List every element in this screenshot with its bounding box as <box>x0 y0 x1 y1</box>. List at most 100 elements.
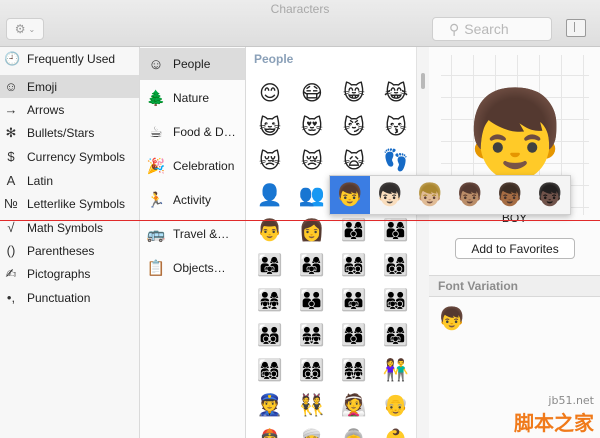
emoji-cell[interactable]: 😷 <box>296 77 328 109</box>
emoji-cell[interactable]: 👫 <box>380 355 412 387</box>
category-label: Nature <box>173 91 210 105</box>
category-nature[interactable]: 🌲 Nature <box>140 82 245 114</box>
emoji-cell[interactable]: 👨‍👩‍👧 <box>254 250 286 282</box>
sidebar-item-label: Frequently Used <box>27 51 116 66</box>
emoji-cell[interactable]: 🙀 <box>338 145 370 177</box>
emoji-cell[interactable]: 😿 <box>296 145 328 177</box>
category-travel[interactable]: 🚌 Travel &… <box>140 218 245 250</box>
emoji-cell[interactable]: 👰 <box>338 390 370 422</box>
emoji-cell[interactable]: 👩‍👩‍👧 <box>380 320 412 352</box>
emoji-cell[interactable]: 😽 <box>380 111 412 143</box>
emoji-cell[interactable]: 😻 <box>296 111 328 143</box>
emoji-cell[interactable]: 👳 <box>296 425 328 438</box>
skin-tone-option[interactable]: 👦🏾 <box>490 176 530 214</box>
sidebar-item-label: Latin <box>27 173 54 188</box>
writing-hand-icon: ✍ <box>5 265 17 281</box>
coffee-icon: ☕ <box>149 124 163 141</box>
category-label: Celebration <box>173 159 235 173</box>
toolbar: Characters ⚙ ⌄ ⚲ Search <box>0 0 600 47</box>
emoji-cell[interactable]: 👯 <box>296 390 328 422</box>
gear-icon: ⚙ <box>14 22 26 36</box>
grid-section-header: People <box>254 52 294 66</box>
clipboard-icon: 📋 <box>146 260 166 277</box>
sidebar-item-emoji[interactable]: ☺ Emoji <box>0 75 139 98</box>
punctuation-icon: •, <box>6 290 16 305</box>
watermark-url: jb51.net <box>548 394 594 407</box>
emoji-cell[interactable]: 👤 <box>254 180 286 212</box>
sidebar-item-bullets-stars[interactable]: ✻ Bullets/Stars <box>0 121 139 144</box>
emoji-cell[interactable]: 😹 <box>380 77 412 109</box>
emoji-cell[interactable]: 👶 <box>380 425 412 438</box>
preview-glyph: 👦 <box>461 87 569 183</box>
sidebar-item-parentheses[interactable]: () Parentheses <box>0 239 139 262</box>
emoji-cell[interactable]: 👩‍👩‍👦 <box>338 320 370 352</box>
font-variation-glyph[interactable]: 👦 <box>437 304 467 334</box>
category-people[interactable]: ☺ People <box>140 48 245 80</box>
category-food-drink[interactable]: ☕ Food & D… <box>140 116 245 148</box>
search-input[interactable]: ⚲ Search <box>432 17 552 41</box>
sidebar-item-label: Emoji <box>27 79 58 94</box>
sidebar-item-label: Letterlike Symbols <box>27 196 126 211</box>
smiley-icon: ☺ <box>4 79 18 94</box>
emoji-cell[interactable]: 👵 <box>338 425 370 438</box>
window-title: Characters <box>270 2 330 16</box>
emoji-cell[interactable]: 👥 <box>296 180 328 212</box>
detail-pane: 👦 BOY Add to Favorites Font Variation 👦 <box>429 47 600 438</box>
emoji-cell[interactable]: 👩‍👩‍👧‍👧 <box>338 355 370 387</box>
category-celebration[interactable]: 🎉 Celebration <box>140 150 245 182</box>
emoji-cell[interactable]: 👨‍👩‍👧‍👦 <box>338 250 370 282</box>
sidebar-item-label: Bullets/Stars <box>27 125 95 140</box>
sidebar-item-arrows[interactable]: → Arrows <box>0 98 139 121</box>
skin-tone-option[interactable]: 👦🏽 <box>450 176 490 214</box>
skin-tone-option[interactable]: 👦🏿 <box>530 176 570 214</box>
action-menu-button[interactable]: ⚙ ⌄ <box>6 18 44 40</box>
sidebar-item-punctuation[interactable]: •, Punctuation <box>0 286 139 309</box>
toggle-view-button[interactable] <box>566 19 586 37</box>
emoji-cell[interactable]: 👲 <box>254 425 286 438</box>
skin-tone-option[interactable]: 👦 <box>330 176 370 214</box>
emoji-cell[interactable]: 👣 <box>380 145 412 177</box>
category-label: Travel &… <box>173 227 230 241</box>
smiley-icon: ☺ <box>148 55 164 73</box>
emoji-cell[interactable]: 👨‍👩‍👧 <box>296 250 328 282</box>
emoji-cell[interactable]: 😸 <box>338 77 370 109</box>
bus-icon: 🚌 <box>146 226 166 243</box>
sidebar-item-latin[interactable]: A Latin <box>0 169 139 192</box>
emoji-grid: People 😊😷😸😹😺😻😼😽😿😿🙀👣👤👥👦👦👨👩👨‍👩‍👦👨‍👩‍👦👨‍👩‍👧… <box>246 47 416 438</box>
sidebar-item-label: Currency Symbols <box>27 149 126 164</box>
emoji-cell[interactable]: 👩‍👩‍👦‍👦 <box>296 355 328 387</box>
add-to-favorites-button[interactable]: Add to Favorites <box>455 238 575 259</box>
emoji-cell[interactable]: 😊 <box>254 77 286 109</box>
watermark: jb51.net 脚本之家 <box>514 394 594 436</box>
dollar-icon: $ <box>7 149 15 164</box>
sidebar-item-frequently-used[interactable]: 🕘 Frequently Used <box>0 47 139 70</box>
category-activity[interactable]: 🏃 Activity <box>140 184 245 216</box>
emoji-cell[interactable]: 😿 <box>254 145 286 177</box>
arrow-icon: → <box>4 102 18 117</box>
skin-tone-option[interactable]: 👦🏻 <box>370 176 410 214</box>
emoji-cell[interactable]: 👨‍👨‍👧‍👦 <box>380 285 412 317</box>
emoji-cell[interactable]: 👨‍👩‍👦‍👦 <box>380 250 412 282</box>
tree-icon: 🌲 <box>146 90 166 107</box>
emoji-cell[interactable]: 👨‍👨‍👦‍👦 <box>254 320 286 352</box>
grid-scrollbar[interactable] <box>416 47 429 438</box>
sidebar-item-letterlike-symbols[interactable]: № Letterlike Symbols <box>0 192 139 215</box>
emoji-cell[interactable]: 👨‍👨‍👧 <box>338 285 370 317</box>
square-root-icon: √ <box>7 220 15 235</box>
emoji-cell[interactable]: 😺 <box>254 111 286 143</box>
emoji-cell[interactable]: 👩‍👩‍👧‍👦 <box>254 355 286 387</box>
sidebar-item-currency-symbols[interactable]: $ Currency Symbols <box>0 145 139 168</box>
emoji-cell[interactable]: 😼 <box>338 111 370 143</box>
emoji-cell[interactable]: 👨‍👨‍👦 <box>296 285 328 317</box>
emoji-cell[interactable]: 👨‍👨‍👧‍👧 <box>296 320 328 352</box>
skin-tone-option[interactable]: 👦🏼 <box>410 176 450 214</box>
sidebar-item-pictographs[interactable]: ✍ Pictographs <box>0 262 139 285</box>
watermark-text: 脚本之家 <box>514 411 594 435</box>
emoji-cell[interactable]: 👮 <box>254 390 286 422</box>
search-placeholder: Search <box>464 21 509 37</box>
emoji-cell[interactable]: 👴 <box>380 390 412 422</box>
skin-tone-popup: 👦 👦🏻 👦🏼 👦🏽 👦🏾 👦🏿 <box>329 175 571 215</box>
emoji-cell[interactable]: 👨‍👩‍👧‍👧 <box>254 285 286 317</box>
category-objects[interactable]: 📋 Objects… <box>140 252 245 284</box>
scrollbar-thumb[interactable] <box>421 73 425 89</box>
